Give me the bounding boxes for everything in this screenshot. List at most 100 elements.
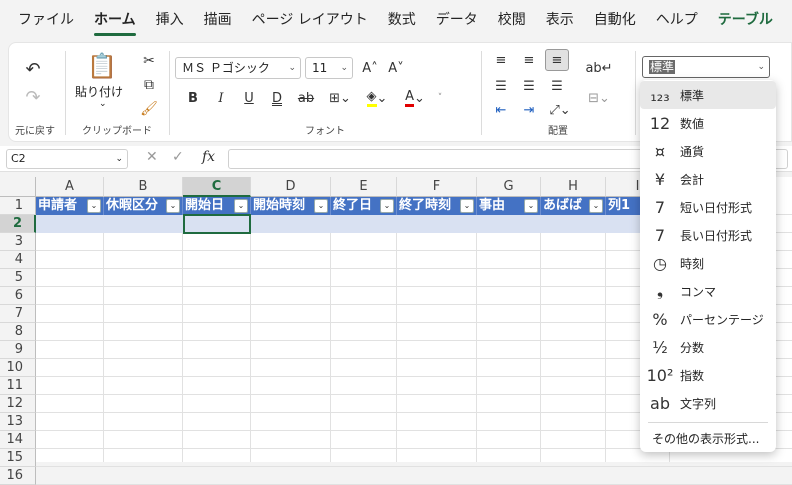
number-format-option[interactable]: % パーセンテージ bbox=[640, 305, 776, 333]
enter-icon[interactable]: ✓ bbox=[172, 149, 184, 165]
font-name-combo[interactable]: ＭＳ Ｐゴシック ⌄ bbox=[175, 57, 301, 79]
copy-icon[interactable]: ⧉ bbox=[139, 75, 159, 95]
column-header[interactable]: A bbox=[36, 177, 104, 197]
table-header-cell[interactable]: 終了日 ⌄ bbox=[331, 197, 397, 215]
insert-function-icon[interactable]: fx bbox=[202, 149, 215, 165]
align-left-icon[interactable]: ☰ bbox=[489, 75, 513, 97]
row-header[interactable]: 8 bbox=[0, 323, 36, 341]
align-top-icon[interactable]: ≡ bbox=[489, 49, 513, 71]
number-format-option[interactable]: 12 数値 bbox=[640, 109, 776, 137]
row-header[interactable]: 10 bbox=[0, 359, 36, 377]
merge-center-icon[interactable]: ⊟⌄ bbox=[587, 87, 611, 109]
filter-dropdown-icon[interactable]: ⌄ bbox=[314, 199, 328, 213]
column-header[interactable]: E bbox=[331, 177, 397, 197]
tab-5[interactable]: 数式 bbox=[378, 0, 426, 40]
orientation-icon[interactable]: ⤢⌄ bbox=[545, 99, 575, 121]
column-header[interactable]: G bbox=[477, 177, 541, 197]
filter-dropdown-icon[interactable]: ⌄ bbox=[234, 199, 248, 213]
paste-dropdown-icon[interactable]: ⌄ bbox=[99, 99, 107, 109]
column-header[interactable]: B bbox=[104, 177, 183, 197]
table-header-cell[interactable]: 開始時刻 ⌄ bbox=[251, 197, 331, 215]
row-header[interactable]: 9 bbox=[0, 341, 36, 359]
italic-icon[interactable]: I bbox=[211, 87, 231, 109]
number-format-option[interactable]: ❟ コンマ bbox=[640, 277, 776, 305]
tab-4[interactable]: ページ レイアウト bbox=[242, 0, 378, 40]
row-header[interactable]: 5 bbox=[0, 269, 36, 287]
tab-7[interactable]: 校閲 bbox=[488, 0, 536, 40]
number-format-option[interactable]: ab 文字列 bbox=[640, 389, 776, 417]
table-header-cell[interactable]: 終了時刻 ⌄ bbox=[397, 197, 477, 215]
font-dialog-icon[interactable]: ˅ bbox=[433, 87, 447, 109]
strikethrough-icon[interactable]: ab bbox=[295, 87, 317, 109]
double-underline-icon[interactable]: D bbox=[267, 87, 287, 109]
filter-dropdown-icon[interactable]: ⌄ bbox=[87, 199, 101, 213]
increase-font-icon[interactable]: A˄ bbox=[359, 57, 381, 79]
underline-icon[interactable]: U bbox=[239, 87, 259, 109]
filter-dropdown-icon[interactable]: ⌄ bbox=[460, 199, 474, 213]
font-color-icon[interactable]: A ⌄ bbox=[399, 87, 431, 109]
filter-dropdown-icon[interactable]: ⌄ bbox=[589, 199, 603, 213]
table-header-cell[interactable]: 休暇区分 ⌄ bbox=[104, 197, 183, 215]
row-header[interactable]: 12 bbox=[0, 395, 36, 413]
tab-10[interactable]: ヘルプ bbox=[646, 0, 708, 40]
row-header[interactable]: 13 bbox=[0, 413, 36, 431]
tab-0[interactable]: ファイル bbox=[8, 0, 84, 40]
column-header[interactable]: C bbox=[183, 177, 251, 197]
select-all-corner[interactable] bbox=[0, 177, 36, 197]
paste-icon[interactable]: 📋 bbox=[85, 49, 119, 83]
table-row[interactable] bbox=[36, 215, 648, 233]
number-format-option[interactable]: 7 短い日付形式 bbox=[640, 193, 776, 221]
row-header[interactable]: 1 bbox=[0, 197, 36, 215]
number-format-option[interactable]: 7 長い日付形式 bbox=[640, 221, 776, 249]
row-header[interactable]: 14 bbox=[0, 431, 36, 449]
align-right-icon[interactable]: ☰ bbox=[545, 75, 569, 97]
decrease-font-icon[interactable]: A˅ bbox=[385, 57, 407, 79]
undo-icon[interactable]: ↶ bbox=[21, 57, 45, 81]
number-format-option[interactable]: ¤ 通貨 bbox=[640, 137, 776, 165]
tab-2[interactable]: 挿入 bbox=[146, 0, 194, 40]
align-center-icon[interactable]: ☰ bbox=[517, 75, 541, 97]
name-box[interactable]: C2 ⌄ bbox=[6, 149, 128, 169]
filter-dropdown-icon[interactable]: ⌄ bbox=[524, 199, 538, 213]
decrease-indent-icon[interactable]: ⇤ bbox=[489, 99, 513, 121]
redo-icon[interactable]: ↷ bbox=[21, 85, 45, 109]
fill-color-icon[interactable]: ◈ ⌄ bbox=[361, 87, 393, 109]
tab-1[interactable]: ホーム bbox=[84, 0, 146, 40]
number-format-option[interactable]: 10² 指数 bbox=[640, 361, 776, 389]
align-bottom-icon[interactable]: ≡ bbox=[545, 49, 569, 71]
tab-3[interactable]: 描画 bbox=[194, 0, 242, 40]
tab-8[interactable]: 表示 bbox=[536, 0, 584, 40]
align-middle-icon[interactable]: ≡ bbox=[517, 49, 541, 71]
active-cell[interactable] bbox=[183, 214, 251, 234]
number-format-combo[interactable]: 標準 ⌄ bbox=[642, 56, 770, 78]
number-format-option[interactable]: ◷ 時刻 bbox=[640, 249, 776, 277]
row-header[interactable]: 16 bbox=[0, 467, 36, 485]
row-header[interactable]: 7 bbox=[0, 305, 36, 323]
number-format-option[interactable]: ¥ 会計 bbox=[640, 165, 776, 193]
column-header[interactable]: H bbox=[541, 177, 606, 197]
filter-dropdown-icon[interactable]: ⌄ bbox=[166, 199, 180, 213]
row-header[interactable]: 11 bbox=[0, 377, 36, 395]
tab-6[interactable]: データ bbox=[426, 0, 488, 40]
bold-icon[interactable]: B bbox=[183, 87, 203, 109]
filter-dropdown-icon[interactable]: ⌄ bbox=[380, 199, 394, 213]
cut-icon[interactable]: ✂ bbox=[139, 51, 159, 71]
number-format-option[interactable]: ₁₂₃ 標準 bbox=[640, 81, 776, 109]
tab-9[interactable]: 自動化 bbox=[584, 0, 646, 40]
row-header[interactable]: 4 bbox=[0, 251, 36, 269]
column-header[interactable]: F bbox=[397, 177, 477, 197]
row-header[interactable]: 3 bbox=[0, 233, 36, 251]
more-number-formats[interactable]: その他の表示形式... bbox=[652, 430, 759, 447]
format-painter-icon[interactable]: 🖌 bbox=[139, 99, 159, 119]
table-header-cell[interactable]: 申請者 ⌄ bbox=[36, 197, 104, 215]
row-header[interactable]: 15 bbox=[0, 449, 36, 467]
row-header[interactable]: 2 bbox=[0, 215, 36, 233]
paste-button[interactable]: 貼り付け bbox=[75, 83, 123, 100]
table-header-cell[interactable]: 事由 ⌄ bbox=[477, 197, 541, 215]
border-icon[interactable]: ⊞⌄ bbox=[325, 87, 355, 109]
font-size-combo[interactable]: 11 ⌄ bbox=[305, 57, 353, 79]
cancel-icon[interactable]: ✕ bbox=[146, 149, 158, 165]
column-header[interactable]: D bbox=[251, 177, 331, 197]
number-format-option[interactable]: ½ 分数 bbox=[640, 333, 776, 361]
tab-11[interactable]: テーブル bbox=[708, 0, 783, 40]
